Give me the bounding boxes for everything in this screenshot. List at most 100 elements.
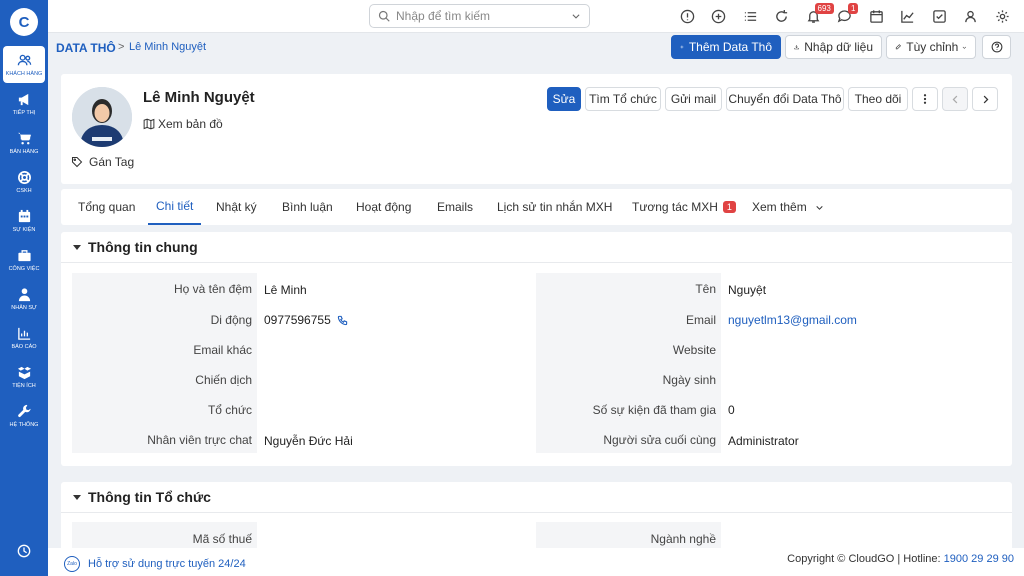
- tab-social-message-history[interactable]: Lịch sử tin nhắn MXH: [497, 189, 612, 225]
- search-input[interactable]: [396, 9, 571, 23]
- last-modified-by-label: Người sửa cuối cùng: [603, 433, 716, 447]
- messages-button[interactable]: 1: [829, 0, 861, 33]
- list-button[interactable]: [735, 0, 767, 33]
- top-bar: 693 1: [48, 0, 1024, 33]
- person-photo-icon: [72, 87, 132, 147]
- customize-button[interactable]: Tùy chỉnh: [886, 35, 976, 59]
- sidebar-item-label: CSKH: [16, 187, 32, 194]
- breadcrumb-separator: >: [118, 41, 125, 53]
- email-value[interactable]: nguyetlm13@gmail.com: [728, 313, 857, 327]
- sidebar-item-marketing[interactable]: TIẾP THỊ: [3, 85, 45, 122]
- user-icon: [965, 10, 977, 23]
- add-button[interactable]: [703, 0, 735, 33]
- view-map-link[interactable]: Xem bản đồ: [143, 117, 223, 131]
- sidebar-item-label: TIẾP THỊ: [12, 109, 36, 116]
- sidebar-item-support[interactable]: CSKH: [3, 163, 45, 200]
- convert-raw-data-button[interactable]: Chuyển đổi Data Thô: [726, 87, 844, 111]
- settings-button[interactable]: [987, 0, 1019, 33]
- tab-social-interactions[interactable]: Tương tác MXH 1: [632, 189, 736, 225]
- sidebar-item-customers[interactable]: KHÁCH HÀNG: [3, 46, 45, 83]
- wrench-icon: [17, 404, 31, 417]
- chart-button[interactable]: [892, 0, 924, 33]
- general-info-toggle[interactable]: Thông tin chung: [73, 239, 198, 255]
- follow-button[interactable]: Theo dõi: [848, 87, 908, 111]
- find-organization-button[interactable]: Tìm Tổ chức: [585, 87, 661, 111]
- global-search[interactable]: [369, 4, 590, 28]
- section-title: Thông tin chung: [88, 239, 198, 255]
- zalo-icon: Zalo: [64, 556, 80, 572]
- footer: Zalo Hỗ trợ sử dụng trực tuyến 24/24 Cop…: [48, 548, 1024, 576]
- tab-emails[interactable]: Emails: [437, 189, 473, 225]
- help-button[interactable]: [982, 35, 1011, 59]
- first-name-value[interactable]: Nguyệt: [728, 283, 766, 297]
- import-data-label: Nhập dữ liệu: [804, 40, 873, 54]
- section-divider: [61, 512, 1012, 513]
- app-logo[interactable]: C: [10, 8, 38, 36]
- map-icon: [143, 118, 155, 130]
- sidebar-item-utilities[interactable]: TIỆN ÍCH: [3, 358, 45, 395]
- sidebar-item-reports[interactable]: BÁO CÁO: [3, 319, 45, 356]
- tasks-button[interactable]: [924, 0, 956, 33]
- tab-activities[interactable]: Hoạt động: [356, 189, 411, 225]
- refresh-button[interactable]: [766, 0, 798, 33]
- tab-details[interactable]: Chi tiết: [148, 189, 202, 225]
- general-info-section: Thông tin chung Họ và tên đệm Lê Minh Tê…: [61, 232, 1012, 466]
- alert-button[interactable]: [672, 0, 704, 33]
- send-mail-button[interactable]: Gửi mail: [665, 87, 722, 111]
- sidebar-item-label: HỆ THỐNG: [9, 421, 39, 428]
- last-modified-by-value[interactable]: Administrator: [728, 434, 799, 448]
- cart-icon: [17, 132, 31, 144]
- middle-name-value[interactable]: Lê Minh: [264, 283, 307, 297]
- refresh-icon: [776, 9, 788, 22]
- sidebar-item-sales[interactable]: BÁN HÀNG: [3, 124, 45, 161]
- website-label: Website: [672, 343, 716, 357]
- tab-label: Chi tiết: [156, 199, 194, 213]
- tab-label: Tương tác MXH: [632, 200, 718, 214]
- sidebar-item-tasks[interactable]: CÔNG VIỆC: [3, 241, 45, 278]
- sidebar-item-hr[interactable]: NHÂN SỰ: [3, 280, 45, 317]
- chevron-down-icon[interactable]: [571, 11, 581, 21]
- edit-button[interactable]: Sửa: [547, 87, 581, 111]
- tab-more[interactable]: Xem thêm: [752, 189, 824, 225]
- copyright-text: Copyright © CloudGO | Hotline:: [787, 553, 944, 565]
- history-button[interactable]: [0, 544, 48, 558]
- online-support-label: Hỗ trợ sử dụng trực tuyến 24/24: [88, 558, 246, 570]
- tab-overview[interactable]: Tổng quan: [78, 189, 135, 225]
- tab-comments[interactable]: Bình luận: [282, 189, 333, 225]
- tab-label: Lịch sử tin nhắn MXH: [497, 200, 613, 214]
- avatar[interactable]: [72, 87, 132, 147]
- sidebar-item-system[interactable]: HỆ THỐNG: [3, 397, 45, 434]
- users-icon: [17, 54, 31, 65]
- boxes-icon: [17, 366, 31, 379]
- assign-tag-link[interactable]: Gán Tag: [71, 155, 134, 169]
- chat-staff-value[interactable]: Nguyễn Đức Hải: [264, 434, 353, 448]
- events-attended-value[interactable]: 0: [728, 403, 735, 417]
- profile-button[interactable]: [955, 0, 987, 33]
- tab-label: Hoạt động: [356, 200, 412, 214]
- online-support-link[interactable]: Zalo Hỗ trợ sử dụng trực tuyến 24/24: [64, 556, 246, 572]
- phone-icon[interactable]: [337, 315, 348, 326]
- notifications-button[interactable]: 693: [798, 0, 834, 33]
- mobile-value[interactable]: 0977596755: [264, 313, 348, 327]
- megaphone-icon: [18, 93, 28, 105]
- breadcrumb-current[interactable]: Lê Minh Nguyệt: [129, 41, 206, 53]
- import-data-button[interactable]: Nhập dữ liệu: [785, 35, 882, 59]
- add-raw-data-button[interactable]: Thêm Data Thô: [671, 35, 781, 59]
- mobile-label: Di động: [210, 313, 252, 327]
- breadcrumb-root[interactable]: DATA THÔ: [56, 41, 116, 55]
- tab-log[interactable]: Nhật ký: [216, 189, 257, 225]
- more-actions-button[interactable]: [912, 87, 938, 111]
- gear-icon: [996, 10, 1009, 23]
- sidebar-item-events[interactable]: SỰ KIỆN: [3, 202, 45, 239]
- organization-label: Tổ chức: [207, 403, 252, 417]
- hotline-number[interactable]: 1900 29 29 90: [944, 553, 1014, 565]
- organization-info-toggle[interactable]: Thông tin Tổ chức: [73, 489, 211, 505]
- check-square-icon: [932, 10, 946, 23]
- birthday-label: Ngày sinh: [662, 373, 716, 387]
- previous-record-button[interactable]: [942, 87, 968, 111]
- calendar-button[interactable]: [861, 0, 893, 33]
- email-label: Email: [685, 313, 716, 327]
- next-record-button[interactable]: [972, 87, 998, 111]
- copyright: Copyright © CloudGO | Hotline: 1900 29 2…: [787, 553, 1014, 565]
- calendar-outline-icon: [869, 10, 883, 23]
